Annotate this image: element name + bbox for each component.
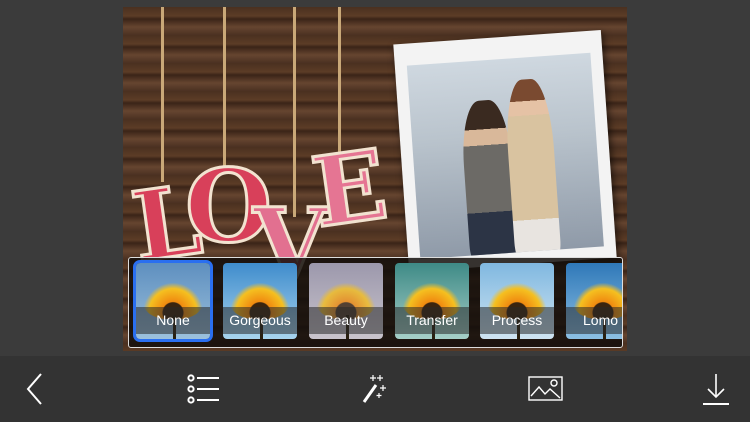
filter-label: Process (480, 307, 554, 334)
filter-label: None (136, 307, 210, 334)
back-button[interactable] (20, 370, 50, 408)
filter-gorgeous[interactable]: Gorgeous (223, 263, 297, 339)
polaroid-frame (393, 30, 617, 272)
filter-beauty[interactable]: Beauty (309, 263, 383, 339)
string (293, 7, 296, 217)
string (161, 7, 164, 182)
filter-label: Lomo (566, 307, 622, 334)
filter-process[interactable]: Process (480, 263, 554, 339)
filter-lomo[interactable]: Lomo (566, 263, 622, 339)
filter-label: Beauty (309, 307, 383, 334)
image-icon (528, 376, 563, 401)
string (223, 7, 226, 167)
download-button[interactable] (700, 370, 732, 408)
list-icon (187, 374, 219, 404)
filter-none[interactable]: None (133, 260, 213, 342)
download-icon (703, 374, 729, 405)
magic-wand-icon (362, 375, 386, 403)
letter: E (304, 126, 395, 251)
filter-transfer[interactable]: Transfer (395, 263, 469, 339)
magic-wand-button[interactable] (358, 370, 392, 408)
filter-label: Gorgeous (223, 307, 297, 334)
image-button[interactable] (528, 370, 564, 408)
bottom-toolbar (0, 356, 750, 422)
list-button[interactable] (183, 370, 223, 408)
filter-strip[interactable]: None Gorgeous Beauty Transfer Process Lo… (128, 257, 623, 348)
string (338, 7, 341, 152)
back-chevron-icon (26, 373, 42, 405)
filter-label: Transfer (395, 307, 469, 334)
